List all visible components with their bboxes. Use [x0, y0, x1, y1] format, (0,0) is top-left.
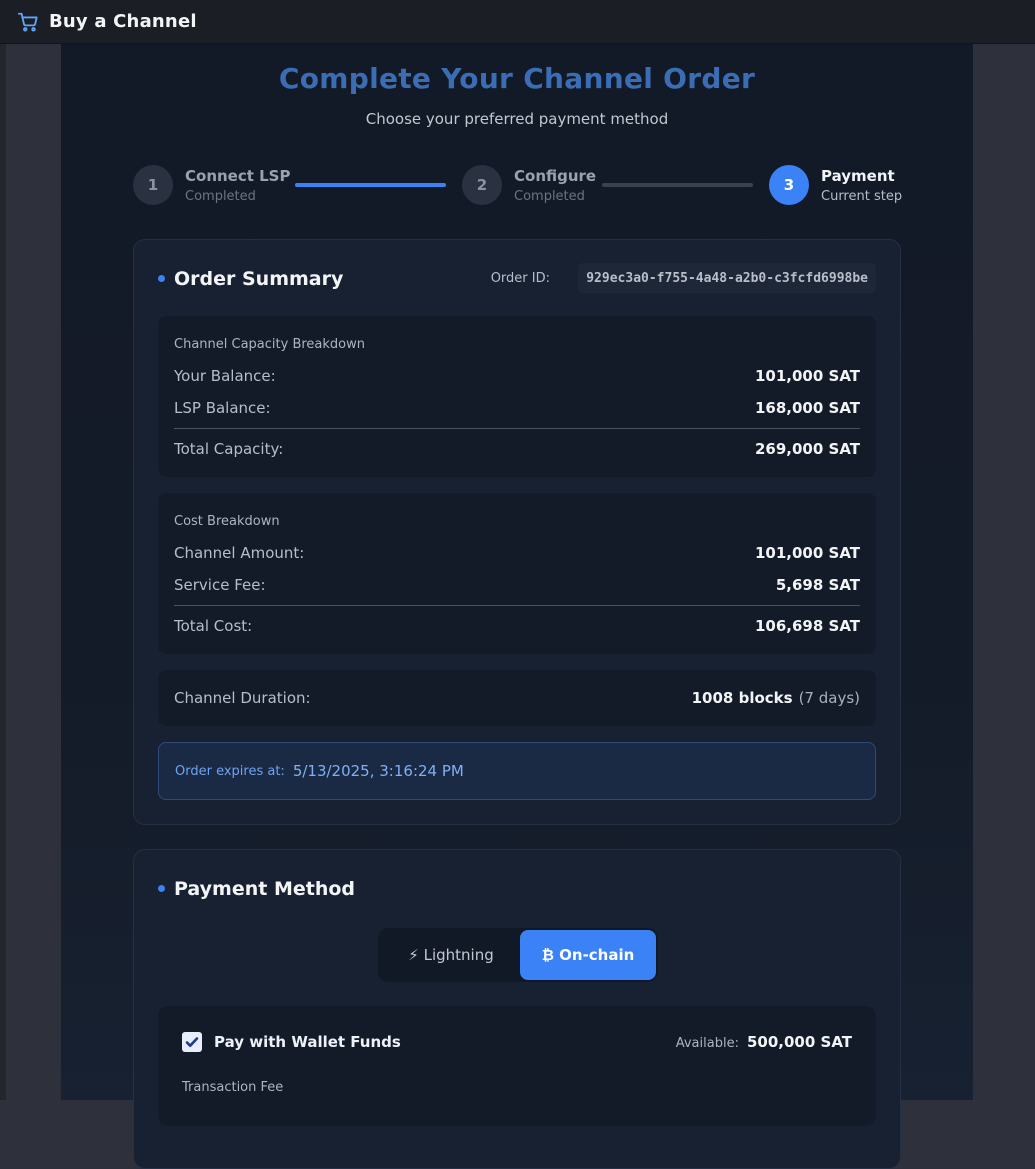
lsp-balance-value: 168,000 SAT: [754, 399, 860, 417]
available-label: Available:: [675, 1036, 739, 1051]
order-expires-banner: Order expires at: 5/13/2025, 3:16:24 PM: [158, 742, 876, 800]
duration-label: Channel Duration:: [174, 689, 311, 707]
section-dot: [158, 885, 165, 892]
your-balance-value: 101,000 SAT: [754, 367, 860, 385]
divider: [174, 428, 860, 429]
page-subtitle: Choose your preferred payment method: [365, 110, 669, 128]
total-capacity-label: Total Capacity:: [174, 440, 284, 458]
right-gutter: [973, 44, 1035, 1100]
service-fee-value: 5,698 SAT: [775, 576, 860, 594]
payment-method-toggle: ⚡ Lightning ₿ On-chain: [378, 928, 658, 982]
total-cost-label: Total Cost:: [174, 617, 253, 635]
cost-breakdown-panel: Cost Breakdown Channel Amount: 101,000 S…: [158, 493, 876, 654]
duration-row: Channel Duration: 1008 blocks (7 days): [174, 689, 860, 707]
available-value: 500,000 SAT: [746, 1033, 852, 1051]
total-cost-value: 106,698 SAT: [754, 617, 860, 635]
transaction-fee-heading: Transaction Fee: [182, 1080, 284, 1095]
duration-days: (7 days): [798, 689, 860, 707]
wallet-funds-panel: Pay with Wallet Funds Available: 500,000…: [158, 1006, 876, 1126]
onchain-option[interactable]: ₿ On-chain: [520, 930, 656, 980]
step-status: Completed: [514, 188, 585, 204]
your-balance-row: Your Balance: 101,000 SAT: [174, 367, 860, 385]
total-capacity-value: 269,000 SAT: [754, 440, 860, 458]
step-name: Configure: [514, 166, 597, 185]
duration-value: 1008 blocks (7 days): [692, 689, 860, 707]
service-fee-label: Service Fee:: [174, 576, 266, 594]
your-balance-label: Your Balance:: [174, 367, 276, 385]
checkmark-icon: [185, 1037, 199, 1047]
capacity-heading: Channel Capacity Breakdown: [174, 337, 365, 352]
wallet-funds-checkbox[interactable]: [182, 1032, 202, 1052]
channel-amount-row: Channel Amount: 101,000 SAT: [174, 544, 860, 562]
order-summary-card: Order Summary Order ID: 929ec3a0-f755-4a…: [133, 239, 901, 825]
step-number: 3: [769, 165, 809, 205]
payment-method-card: Payment Method ⚡ Lightning ₿ On-chain Pa…: [133, 849, 901, 1169]
step-status: Completed: [185, 188, 256, 204]
total-cost-row: Total Cost: 106,698 SAT: [174, 617, 860, 635]
duration-blocks: 1008 blocks: [691, 689, 793, 707]
total-capacity-row: Total Capacity: 269,000 SAT: [174, 440, 860, 458]
scroll-area[interactable]: Complete Your Channel Order Choose your …: [6, 44, 1035, 1169]
step-name: Payment: [821, 166, 895, 185]
step-connect-lsp: 1 Connect LSP Completed: [133, 165, 290, 205]
available-balance: Available: 500,000 SAT: [676, 1033, 852, 1051]
step-connector-1: [295, 183, 446, 187]
page-title: Complete Your Channel Order: [278, 62, 756, 95]
section-dot: [158, 275, 165, 282]
step-status: Current step: [821, 188, 903, 204]
order-id-label: Order ID:: [490, 271, 550, 286]
channel-amount-label: Channel Amount:: [174, 544, 305, 562]
step-number: 1: [133, 165, 173, 205]
divider: [174, 605, 860, 606]
capacity-breakdown-panel: Channel Capacity Breakdown Your Balance:…: [158, 316, 876, 477]
order-summary-title: Order Summary: [174, 268, 344, 290]
window-title: Buy a Channel: [49, 11, 197, 32]
lsp-balance-label: LSP Balance:: [174, 399, 271, 417]
step-number: 2: [462, 165, 502, 205]
step-configure: 2 Configure Completed: [462, 165, 596, 205]
cart-icon: [17, 12, 38, 32]
step-connector-2: [602, 183, 753, 187]
service-fee-row: Service Fee: 5,698 SAT: [174, 576, 860, 594]
expires-label: Order expires at:: [175, 763, 285, 779]
lightning-option[interactable]: ⚡ Lightning: [382, 930, 520, 980]
payment-method-title: Payment Method: [174, 878, 356, 900]
window-titlebar: Buy a Channel: [0, 0, 1035, 44]
lsp-balance-row: LSP Balance: 168,000 SAT: [174, 399, 860, 417]
expires-value: 5/13/2025, 3:16:24 PM: [292, 762, 464, 780]
order-id-value[interactable]: 929ec3a0-f755-4a48-a2b0-c3fcfd6998be: [578, 263, 876, 293]
channel-duration-panel: Channel Duration: 1008 blocks (7 days): [158, 670, 876, 726]
cost-heading: Cost Breakdown: [174, 514, 280, 529]
step-payment: 3 Payment Current step: [769, 165, 902, 205]
channel-amount-value: 101,000 SAT: [754, 544, 860, 562]
wallet-funds-label[interactable]: Pay with Wallet Funds: [214, 1033, 401, 1051]
step-name: Connect LSP: [185, 166, 291, 185]
main-content: Complete Your Channel Order Choose your …: [61, 44, 973, 1169]
